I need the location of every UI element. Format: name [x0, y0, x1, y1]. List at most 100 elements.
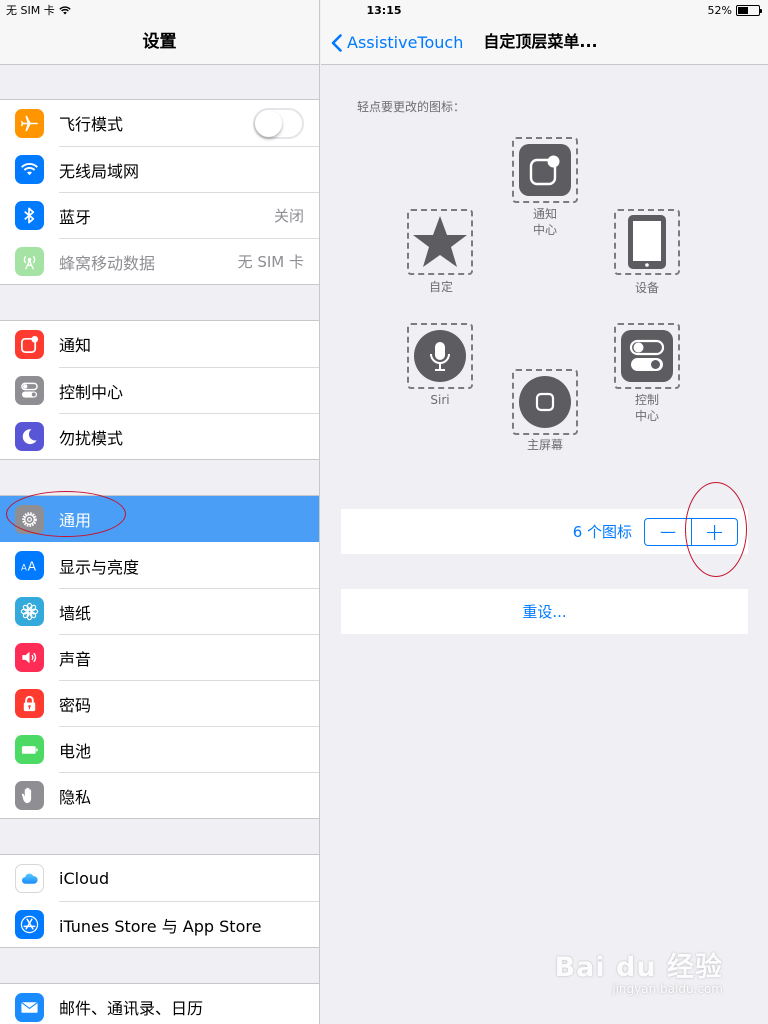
text-size-icon: AA	[15, 550, 44, 580]
instruction-text: 轻点要更改的图标：	[357, 100, 466, 114]
sidebar-item[interactable]: 勿扰模式	[0, 413, 319, 459]
menu-label-control-center: 控制 中心	[634, 393, 659, 423]
mail-icon	[15, 992, 44, 1022]
sidebar-item[interactable]: 蓝牙 关闭	[0, 192, 319, 238]
sidebar-item-label: iCloud	[59, 868, 110, 888]
settings-group: 通用 A A 显示与亮度墙纸声音密码电池隐私	[0, 495, 319, 819]
toggle-knob	[255, 109, 282, 137]
gear-icon	[15, 504, 44, 534]
app-store-icon	[15, 909, 44, 939]
minus-icon: —	[660, 522, 676, 541]
sidebar-item[interactable]: 墙纸	[0, 588, 319, 634]
settings-groups: 飞行模式无线局域网蓝牙 关闭 蜂窝移动数据 无 SIM 卡通知控制中心勿扰模式通用 A A…	[0, 65, 319, 1024]
menu-label-notification-center: 通知 中心	[532, 207, 557, 237]
sidebar-item[interactable]: 电池	[0, 726, 319, 772]
back-button-label: AssistiveTouch	[347, 33, 464, 52]
hand-icon	[15, 780, 44, 810]
sidebar-item[interactable]: 通用	[0, 496, 319, 542]
sidebar-item[interactable]: 蜂窝移动数据 无 SIM 卡	[0, 238, 319, 284]
star-icon	[413, 216, 467, 267]
notification-center-icon	[519, 144, 571, 196]
sidebar-item[interactable]: 控制中心	[0, 367, 319, 413]
ipad-icon	[628, 215, 666, 269]
menu-slot-custom[interactable]	[407, 209, 473, 275]
svg-text:A: A	[28, 559, 37, 573]
icon-count-label: 6 个图标	[572, 523, 632, 541]
detail-panel: AssistiveTouch 自定顶层菜单... 轻点要更改的图标： 通知 中心…	[321, 0, 768, 1024]
sidebar-item[interactable]: 无线局域网	[0, 146, 319, 192]
menu-slot-control-center[interactable]	[614, 323, 680, 389]
carrier-label: 无 SIM 卡	[6, 4, 55, 17]
sidebar-item-label: 通用	[59, 511, 92, 530]
sidebar-item[interactable]: 邮件、通讯录、日历	[0, 984, 319, 1024]
settings-group: 邮件、通讯录、日历	[0, 983, 319, 1024]
sidebar-item[interactable]: 声音	[0, 634, 319, 680]
sidebar-item-label: 密码	[59, 695, 92, 715]
watermark-url: jingyan.baidu.com	[612, 982, 723, 996]
lock-icon	[15, 688, 44, 718]
sidebar-item[interactable]: A A 显示与亮度	[0, 542, 319, 588]
sidebar-item-label: 勿扰模式	[59, 428, 124, 448]
reset-button[interactable]: 重设...	[341, 589, 748, 634]
notifications-icon	[15, 329, 44, 359]
menu-label-custom: 自定	[428, 280, 453, 294]
moon-icon	[15, 421, 44, 451]
airplane-icon	[15, 108, 44, 138]
sidebar-item-label: 声音	[59, 649, 92, 669]
menu-label-device: 设备	[634, 281, 659, 295]
decrease-button[interactable]: —	[645, 519, 691, 545]
sidebar-item-label: 控制中心	[59, 382, 124, 402]
control-center-icon	[15, 375, 44, 405]
sidebar-item[interactable]: iTunes Store 与 App Store	[0, 901, 319, 947]
cellular-icon	[15, 246, 44, 276]
menu-slot-notification-center[interactable]	[512, 137, 578, 203]
sidebar-item-label: 显示与亮度	[59, 557, 140, 577]
icon-count-row: 6 个图标 — +	[341, 509, 748, 554]
sidebar-item[interactable]: 隐私	[0, 772, 319, 818]
menu-label-siri: Siri	[430, 393, 450, 407]
settings-group: 飞行模式无线局域网蓝牙 关闭 蜂窝移动数据 无 SIM 卡	[0, 99, 319, 285]
airplane-mode-toggle[interactable]	[253, 107, 304, 139]
sidebar-item-label: 蜂窝移动数据	[59, 253, 156, 273]
watermark-logo-text: Bai du 经验	[554, 952, 723, 983]
speaker-icon	[15, 642, 44, 672]
sidebar-item-label: iTunes Store 与 App Store	[59, 916, 262, 936]
wifi-status-icon	[59, 5, 71, 14]
back-button[interactable]: AssistiveTouch	[331, 33, 463, 52]
menu-slot-siri[interactable]	[407, 323, 473, 389]
menu-slot-device[interactable]	[614, 209, 680, 275]
sidebar-item[interactable]: iCloud	[0, 855, 319, 901]
sidebar-item-label: 电池	[59, 741, 92, 761]
bluetooth-icon	[15, 200, 44, 230]
cloud-icon	[15, 863, 44, 893]
settings-group: 通知控制中心勿扰模式	[0, 320, 319, 460]
menu-slot-home[interactable]	[512, 369, 578, 435]
sidebar-item-label: 蓝牙	[59, 207, 92, 227]
wifi-icon	[15, 154, 44, 184]
sidebar-item-label: 墙纸	[59, 603, 92, 623]
battery-percent: 52%	[707, 3, 732, 17]
sidebar-item-label: 通知	[59, 336, 92, 355]
menu-label-home: 主屏幕	[526, 438, 563, 452]
sidebar-item[interactable]: 密码	[0, 680, 319, 726]
sidebar-item[interactable]: 飞行模式	[0, 100, 319, 146]
sidebar-item-label: 飞行模式	[59, 115, 124, 134]
settings-sidebar: 设置 飞行模式 无线局域网 蓝牙 关闭 蜂窝移动数据 无 SIM 卡通知 控制中心 勿扰模式通…	[0, 0, 320, 1024]
page-title: 自定顶层菜单...	[483, 32, 598, 51]
clock: 13:15	[366, 3, 402, 17]
sidebar-item-label: 无线局域网	[59, 161, 140, 181]
control-center-toggles-icon	[621, 330, 673, 382]
baidu-watermark: Bai du 经验 jingyan.baidu.com	[555, 945, 723, 996]
microphone-icon	[414, 330, 466, 382]
increase-button[interactable]: +	[691, 518, 737, 545]
status-bar: 无 SIM 卡 13:15 52%	[0, 0, 768, 20]
chevron-left-icon	[331, 33, 342, 52]
flower-icon	[15, 596, 44, 626]
sidebar-item[interactable]: 通知	[0, 321, 319, 367]
sidebar-item-label: 邮件、通讯录、日历	[59, 999, 204, 1018]
